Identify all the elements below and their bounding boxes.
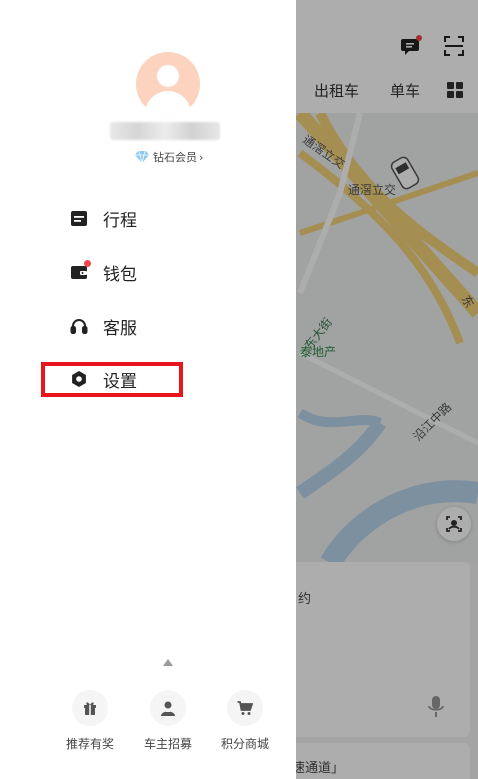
username-blurred <box>110 122 220 140</box>
menu-item-wallet[interactable]: 钱包 <box>70 257 137 287</box>
diamond-icon <box>135 151 149 163</box>
member-badge[interactable]: 钻石会员 › <box>135 150 203 164</box>
settings-highlight-box <box>41 362 183 397</box>
avatar-head <box>157 65 179 87</box>
wallet-icon <box>70 260 91 281</box>
side-drawer: 钻石会员 › 行程 钱包 客服 设置 推荐有奖 车主招募 积分商城 <box>0 0 296 779</box>
chevron-up-icon[interactable] <box>163 659 173 666</box>
menu-item-customer-service[interactable]: 客服 <box>70 311 137 341</box>
menu-label: 行程 <box>103 210 137 231</box>
gift-icon <box>72 690 108 726</box>
headset-icon <box>70 317 88 335</box>
avatar[interactable] <box>136 52 200 116</box>
referral-reward-label: 推荐有奖 <box>65 737 114 751</box>
avatar-body <box>145 91 191 116</box>
driver-recruit-button[interactable]: 车主招募 <box>138 690 198 752</box>
points-mall-label: 积分商城 <box>220 737 269 751</box>
menu-label: 客服 <box>103 318 137 339</box>
cart-icon <box>227 690 263 726</box>
driver-recruit-label: 车主招募 <box>143 737 192 751</box>
member-label: 钻石会员 <box>153 151 197 164</box>
referral-reward-button[interactable]: 推荐有奖 <box>60 690 120 752</box>
chevron-right-icon: › <box>199 150 204 164</box>
driver-icon <box>150 690 186 726</box>
menu-label: 钱包 <box>103 264 137 285</box>
notification-dot <box>84 260 91 267</box>
menu-item-trips[interactable]: 行程 <box>70 203 137 233</box>
points-mall-button[interactable]: 积分商城 <box>215 690 275 752</box>
calendar-icon <box>70 209 88 227</box>
